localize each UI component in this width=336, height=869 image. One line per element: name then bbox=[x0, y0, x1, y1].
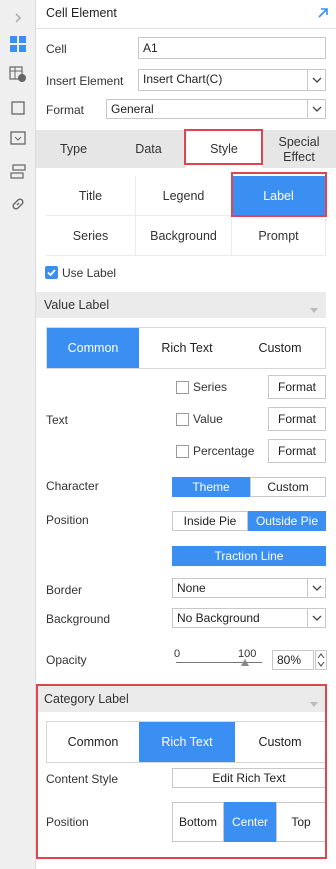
rich-text-tab[interactable]: Rich Text bbox=[139, 328, 235, 368]
series-button[interactable]: Series bbox=[46, 216, 136, 256]
tab-data[interactable]: Data bbox=[111, 130, 186, 168]
common-tab[interactable]: Common bbox=[47, 722, 139, 762]
rich-text-tab[interactable]: Rich Text bbox=[139, 722, 235, 762]
tab-style[interactable]: Style bbox=[186, 130, 262, 168]
background-select[interactable]: No Background bbox=[172, 608, 326, 628]
character-theme-option[interactable]: Theme bbox=[172, 477, 250, 497]
inside-pie-option[interactable]: Inside Pie bbox=[172, 511, 248, 531]
use-label-checkbox[interactable] bbox=[45, 266, 58, 279]
percentage-format-button[interactable]: Format bbox=[268, 439, 326, 463]
value-label-header[interactable]: Value Label bbox=[36, 292, 326, 318]
label-button[interactable]: Label bbox=[232, 176, 326, 216]
opacity-slider-track[interactable] bbox=[176, 662, 262, 663]
opacity-min: 0 bbox=[174, 648, 181, 660]
chevron-down-icon bbox=[307, 579, 325, 597]
background-label: Background bbox=[46, 612, 111, 626]
left-toolbar bbox=[0, 0, 36, 869]
insert-element-label: Insert Element bbox=[46, 74, 124, 88]
character-custom-option[interactable]: Custom bbox=[250, 477, 326, 497]
cell-attribute-icon[interactable] bbox=[8, 64, 28, 84]
value-checkbox[interactable] bbox=[176, 413, 189, 426]
position-top-option[interactable]: Top bbox=[276, 802, 326, 842]
cell-element-icon[interactable] bbox=[8, 34, 28, 54]
tab-type[interactable]: Type bbox=[36, 130, 111, 168]
legend-button[interactable]: Legend bbox=[136, 176, 232, 216]
traction-line-button[interactable]: Traction Line bbox=[172, 546, 326, 566]
border-label: Border bbox=[46, 583, 83, 597]
custom-tab[interactable]: Custom bbox=[235, 722, 325, 762]
format-select[interactable]: General bbox=[106, 99, 326, 119]
content-style-label: Content Style bbox=[46, 772, 119, 786]
position-bottom-option[interactable]: Bottom bbox=[172, 802, 224, 842]
character-label: Character bbox=[46, 479, 99, 493]
outside-pie-option[interactable]: Outside Pie bbox=[248, 511, 326, 531]
border-value: None bbox=[177, 581, 206, 595]
percentage-checkbox-label: Percentage bbox=[193, 444, 255, 458]
value-label-title: Value Label bbox=[44, 298, 110, 312]
custom-tab[interactable]: Custom bbox=[235, 328, 325, 368]
link-icon[interactable] bbox=[8, 194, 28, 214]
dropdown-widget-icon[interactable] bbox=[8, 128, 28, 148]
value-label-mode: Common Rich Text Custom bbox=[46, 327, 326, 369]
border-select[interactable]: None bbox=[172, 578, 326, 598]
cell-label: Cell bbox=[46, 42, 67, 56]
percentage-checkbox[interactable] bbox=[176, 445, 189, 458]
expand-arrow-icon[interactable] bbox=[8, 8, 28, 28]
use-label-text: Use Label bbox=[62, 266, 117, 280]
insert-element-select[interactable]: Insert Chart(C) bbox=[138, 69, 326, 91]
title-button[interactable]: Title bbox=[46, 176, 136, 216]
opacity-spinner[interactable] bbox=[315, 650, 327, 670]
chevron-down-icon bbox=[307, 100, 325, 118]
position-center-option[interactable]: Center bbox=[224, 802, 276, 842]
tab-special-effect[interactable]: Special Effect bbox=[262, 130, 336, 168]
cell-input[interactable]: A1 bbox=[138, 37, 326, 59]
series-checkbox-label: Series bbox=[193, 380, 228, 394]
value-format-button[interactable]: Format bbox=[268, 407, 326, 431]
common-tab[interactable]: Common bbox=[47, 328, 139, 368]
main-panel: Cell Element Cell A1 Insert Element Inse… bbox=[36, 0, 336, 869]
insert-element-value: Insert Chart(C) bbox=[143, 72, 223, 86]
collapse-icon[interactable] bbox=[316, 6, 330, 23]
opacity-label: Opacity bbox=[46, 653, 87, 667]
series-checkbox[interactable] bbox=[176, 381, 189, 394]
series-format-button[interactable]: Format bbox=[268, 375, 326, 399]
category-label-header[interactable]: Category Label bbox=[36, 686, 326, 712]
edit-rich-text-button[interactable]: Edit Rich Text bbox=[172, 768, 326, 788]
category-label-title: Category Label bbox=[44, 692, 129, 706]
chevron-down-icon bbox=[307, 70, 325, 90]
opacity-slider-thumb[interactable] bbox=[240, 659, 249, 666]
prompt-button[interactable]: Prompt bbox=[232, 216, 326, 256]
category-position-label: Position bbox=[46, 815, 89, 829]
collapse-triangle-icon bbox=[310, 696, 318, 710]
background-button[interactable]: Background bbox=[136, 216, 232, 256]
category-label-mode: Common Rich Text Custom bbox=[46, 721, 326, 763]
divider bbox=[36, 28, 336, 29]
style-buttons: Title Legend Label Series Background Pro… bbox=[46, 176, 326, 256]
panel-title: Cell Element bbox=[46, 6, 117, 20]
position-label: Position bbox=[46, 513, 89, 527]
opacity-input[interactable]: 80% bbox=[272, 650, 314, 670]
format-label: Format bbox=[46, 103, 85, 117]
text-label: Text bbox=[46, 413, 69, 427]
chevron-down-icon bbox=[307, 609, 325, 627]
background-value: No Background bbox=[177, 611, 260, 625]
widget-icon[interactable] bbox=[8, 98, 28, 118]
format-value: General bbox=[111, 102, 154, 116]
value-checkbox-label: Value bbox=[193, 412, 223, 426]
tab-bar: Type Data Style Special Effect bbox=[36, 130, 336, 168]
collapse-triangle-icon bbox=[310, 302, 318, 316]
layer-icon[interactable] bbox=[8, 162, 28, 182]
